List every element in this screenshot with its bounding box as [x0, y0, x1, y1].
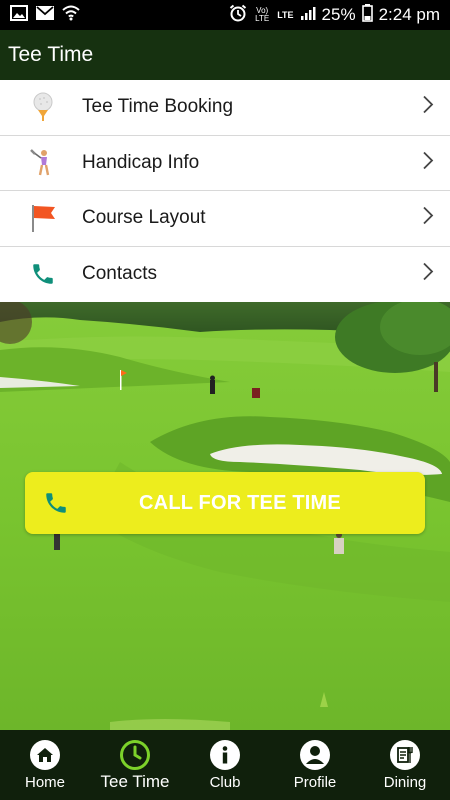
status-left-icons — [10, 4, 80, 26]
home-icon — [29, 739, 61, 771]
menu-item-label: Tee Time Booking — [82, 96, 234, 118]
call-for-tee-time-button[interactable]: CALL FOR TEE TIME — [25, 472, 425, 534]
volte-icon: Vo) LTE — [255, 6, 270, 23]
menu-item-handicap-info[interactable]: Handicap Info — [0, 136, 450, 191]
image-icon — [10, 4, 28, 26]
golfer-icon — [28, 148, 58, 178]
menu-item-label: Course Layout — [82, 207, 206, 229]
golf-ball-icon — [28, 92, 58, 122]
bottom-nav: Home Tee Time Club Profile Dining — [0, 730, 450, 800]
chevron-right-icon — [422, 262, 434, 287]
chevron-right-icon — [422, 206, 434, 231]
signal-icon — [300, 5, 316, 26]
menu-item-label: Contacts — [82, 263, 157, 285]
nav-label: Dining — [383, 774, 427, 791]
app-bar: Tee Time — [0, 30, 450, 80]
page-title: Tee Time — [8, 43, 94, 66]
phone-icon — [28, 259, 58, 289]
status-time: 2:24 pm — [378, 5, 440, 24]
status-right: Vo) LTE LTE 25% 2:24 pm — [229, 3, 440, 27]
chevron-right-icon — [422, 95, 434, 120]
wifi-icon — [62, 5, 80, 26]
nav-dining[interactable]: Dining — [360, 730, 450, 800]
phone-icon — [43, 490, 69, 521]
info-icon — [209, 739, 241, 771]
nav-profile[interactable]: Profile — [270, 730, 360, 800]
chevron-right-icon — [422, 150, 434, 175]
menu-item-course-layout[interactable]: Course Layout — [0, 191, 450, 247]
flag-icon — [28, 203, 58, 233]
call-button-label: CALL FOR TEE TIME — [139, 491, 341, 514]
status-bar: Vo) LTE LTE 25% 2:24 pm — [0, 0, 450, 30]
menu-item-tee-time-booking[interactable]: Tee Time Booking — [0, 80, 450, 136]
dining-icon — [389, 739, 421, 771]
menu-list: Tee Time Booking Handicap Info Course La… — [0, 80, 450, 302]
menu-item-contacts[interactable]: Contacts — [0, 247, 450, 303]
battery-percent: 25% — [321, 5, 356, 24]
nav-club[interactable]: Club — [180, 730, 270, 800]
nav-label: Tee Time — [100, 772, 170, 791]
nav-home[interactable]: Home — [0, 730, 90, 800]
menu-item-label: Handicap Info — [82, 151, 200, 173]
battery-icon — [361, 3, 373, 27]
mail-icon — [36, 5, 54, 25]
nav-tee-time[interactable]: Tee Time — [90, 730, 180, 800]
nav-label: Profile — [293, 774, 337, 791]
nav-label: Club — [209, 774, 241, 791]
profile-icon — [299, 739, 331, 771]
alarm-icon — [229, 4, 247, 27]
lte-icon: LTE — [277, 10, 294, 20]
clock-icon — [119, 739, 151, 771]
nav-label: Home — [24, 774, 65, 791]
